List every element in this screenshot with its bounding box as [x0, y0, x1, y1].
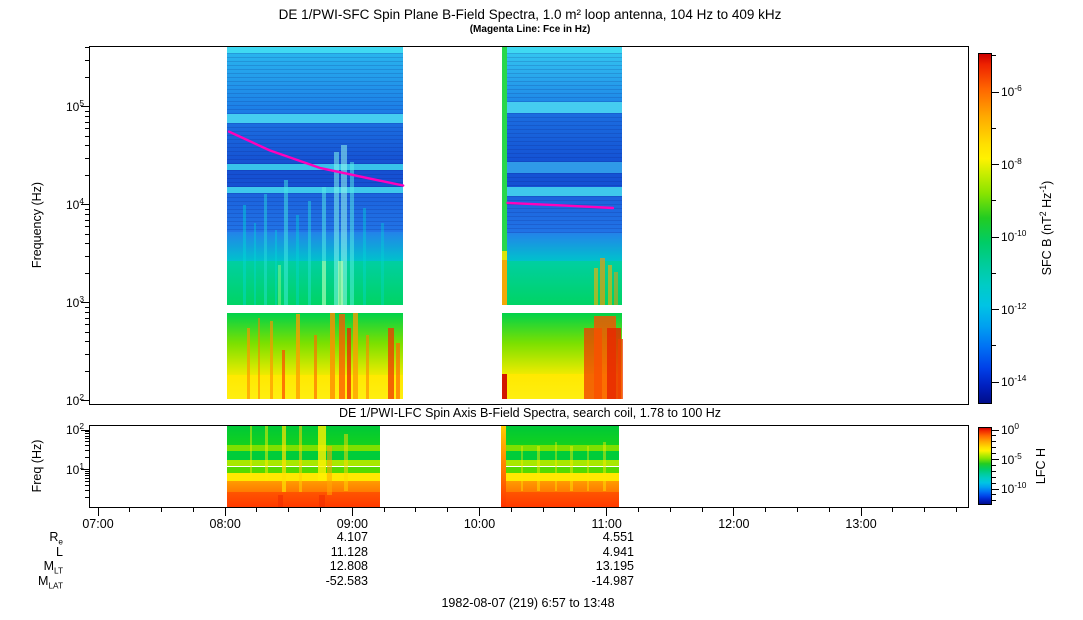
orbit-row-label: L [56, 544, 63, 559]
orbit-row-value: 4.941 [602, 544, 634, 559]
orbit-row-value: 13.195 [595, 559, 634, 573]
orbit-row-value: 11.128 [330, 544, 368, 559]
orbit-row-value: -14.987 [591, 573, 634, 588]
orbit-row-value: 12.808 [329, 559, 368, 573]
orbit-parameters-footer: Re L MLT MLAT 4.107 11.128 12.808 -52.583 4.551 4… [0, 0, 1083, 620]
date-range-label: 1982-08-07 (219) 6:57 to 13:48 [441, 596, 615, 610]
orbit-row-value: 4.551 [602, 530, 634, 544]
spectrogram-figure: DE 1/PWI-SFC Spin Plane B-Field Spectra,… [0, 0, 1083, 620]
orbit-row-value: -52.583 [325, 573, 368, 588]
orbit-row-label: MLAT [38, 573, 63, 590]
orbit-row-value: 4.107 [336, 530, 368, 544]
orbit-row-label: Re [49, 530, 63, 547]
orbit-row-label: MLT [43, 559, 63, 576]
